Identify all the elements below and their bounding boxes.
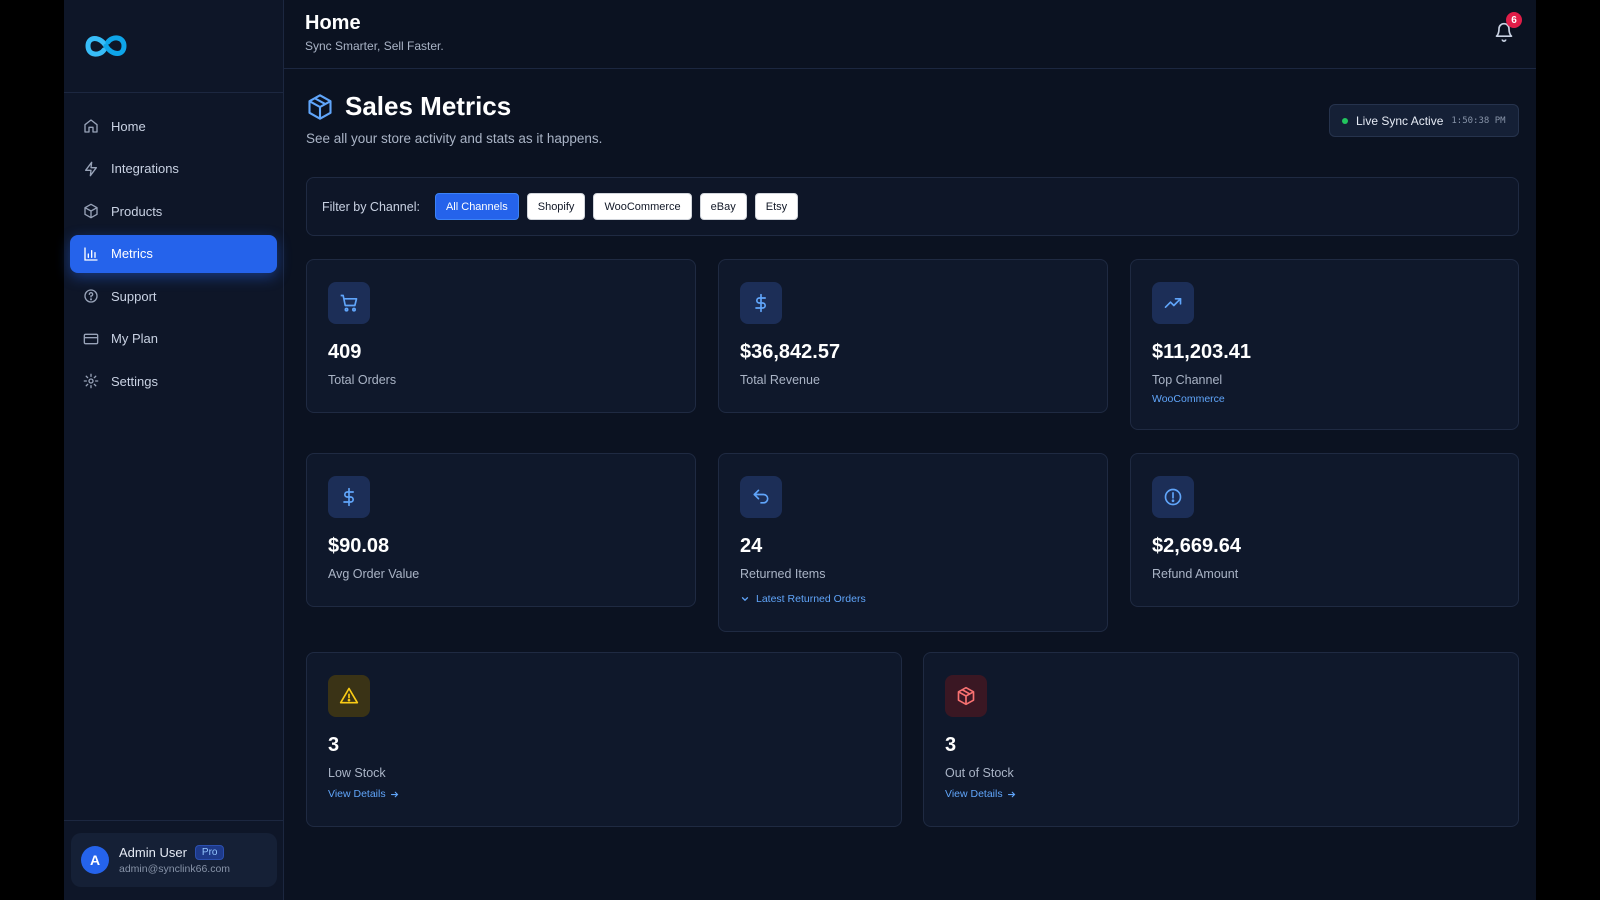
card-value: 3	[945, 734, 957, 756]
sidebar-item-label: My Plan	[111, 331, 158, 346]
sidebar-item-support[interactable]: Support	[70, 277, 277, 315]
filter-chip-ebay[interactable]: eBay	[699, 193, 747, 220]
app-window: Home Integrations Products Metrics Suppo…	[64, 0, 1536, 900]
sidebar-item-label: Home	[111, 118, 146, 134]
sidebar-item-label: Metrics	[111, 246, 153, 261]
dollar-icon	[328, 476, 370, 518]
filter-chip-all-channels[interactable]: All Channels	[434, 193, 519, 220]
infinity-logo-icon	[85, 35, 127, 57]
package-icon	[945, 675, 987, 717]
view-details-label: View Details	[945, 788, 1003, 800]
content: Sales Metrics See all your store activit…	[306, 69, 1519, 827]
card-label: Total Revenue	[740, 373, 820, 387]
filter-label: Filter by Channel:	[322, 199, 420, 214]
card-value: 409	[328, 341, 362, 363]
sidebar: Home Integrations Products Metrics Suppo…	[64, 0, 284, 900]
card-value: $2,669.64	[1152, 535, 1241, 557]
card-out-of-stock: 3 Out of Stock View Details	[923, 652, 1519, 827]
page-subtitle: Sync Smarter, Sell Faster.	[305, 39, 444, 53]
card-value: $36,842.57	[740, 341, 841, 363]
filter-chip-etsy[interactable]: Etsy	[754, 193, 799, 220]
card-label: Low Stock	[328, 766, 386, 780]
sidebar-item-my-plan[interactable]: My Plan	[70, 320, 277, 358]
sidebar-item-label: Integrations	[111, 161, 179, 176]
shopping-cart-icon	[328, 282, 370, 324]
sidebar-item-settings[interactable]: Settings	[70, 362, 277, 400]
user-email: admin@synclink66.com	[119, 863, 231, 875]
alert-circle-icon	[1152, 476, 1194, 518]
card-total-revenue: $36,842.57 Total Revenue	[718, 259, 1108, 413]
live-sync-label: Live Sync Active	[1356, 113, 1444, 128]
filter-chip-woocommerce[interactable]: WooCommerce	[593, 193, 692, 220]
card-label: Returned Items	[740, 567, 826, 581]
plan-badge: Pro	[194, 845, 225, 860]
sidebar-item-label: Settings	[111, 373, 158, 389]
dollar-icon	[740, 282, 782, 324]
card-total-orders: 409 Total Orders	[306, 259, 696, 413]
user-name-row: Admin User Pro	[119, 845, 230, 860]
user-area: A Admin User Pro admin@synclink66.com	[64, 820, 284, 900]
undo-icon	[740, 476, 782, 518]
out-of-stock-view-details[interactable]: View Details	[945, 788, 1497, 800]
user-card[interactable]: A Admin User Pro admin@synclink66.com	[71, 833, 277, 887]
live-sync-status: Live Sync Active 1:50:38 PM	[1329, 104, 1519, 137]
card-value: 3	[328, 734, 340, 756]
package-icon	[306, 93, 334, 121]
arrow-right-icon	[1007, 790, 1016, 799]
view-details-label: View Details	[328, 788, 386, 800]
card-label: Top Channel	[1152, 373, 1223, 387]
sidebar-item-home[interactable]: Home	[70, 107, 277, 145]
card-label: Refund Amount	[1152, 567, 1239, 581]
trending-up-icon	[1152, 282, 1194, 324]
arrow-right-icon	[390, 790, 399, 799]
card-value: $90.08	[328, 535, 390, 557]
bolt-icon	[82, 160, 100, 178]
latest-returned-orders-label: Latest Returned Orders	[756, 593, 866, 605]
bar-chart-icon	[82, 245, 100, 263]
home-icon	[82, 117, 100, 135]
card-label: Avg Order Value	[328, 567, 420, 581]
card-returned-items: 24 Returned Items Latest Returned Orders	[718, 453, 1108, 632]
section-title: Sales Metrics	[345, 91, 512, 121]
sidebar-item-integrations[interactable]: Integrations	[70, 150, 277, 188]
logo[interactable]	[64, 0, 283, 93]
card-top-channel: $11,203.41 Top Channel WooCommerce	[1130, 259, 1519, 430]
credit-card-icon	[82, 330, 100, 348]
user-name: Admin User	[119, 845, 187, 860]
warning-icon	[328, 675, 370, 717]
gear-icon	[82, 372, 100, 390]
chevron-down-icon	[740, 594, 750, 604]
top-bar: Home Sync Smarter, Sell Faster. 6	[284, 0, 1536, 69]
live-sync-time: 1:50:38 PM	[1451, 115, 1506, 126]
sidebar-item-label: Products	[111, 203, 163, 219]
help-circle-icon	[82, 287, 100, 305]
user-info: Admin User Pro admin@synclink66.com	[119, 845, 230, 875]
card-refund-amount: $2,669.64 Refund Amount	[1130, 453, 1519, 607]
sidebar-item-label: Support	[111, 288, 157, 304]
filter-chip-shopify[interactable]: Shopify	[526, 193, 586, 220]
top-channel-link[interactable]: WooCommerce	[1152, 393, 1497, 405]
avatar: A	[81, 846, 109, 874]
channel-filter: Filter by Channel: All Channels Shopify …	[306, 177, 1519, 236]
sidebar-nav: Home Integrations Products Metrics Suppo…	[64, 93, 283, 400]
card-avg-order-value: $90.08 Avg Order Value	[306, 453, 696, 607]
card-label: Total Orders	[328, 373, 397, 387]
card-value: $11,203.41	[1152, 341, 1251, 363]
latest-returned-orders-toggle[interactable]: Latest Returned Orders	[740, 593, 1086, 605]
section-header: Sales Metrics See all your store activit…	[306, 69, 1519, 177]
live-dot-icon	[1342, 117, 1348, 124]
main-area: Home Sync Smarter, Sell Faster. 6 Sales …	[284, 0, 1536, 900]
notification-badge: 6	[1506, 12, 1522, 28]
sidebar-item-products[interactable]: Products	[70, 192, 277, 230]
low-stock-view-details[interactable]: View Details	[328, 788, 880, 800]
card-low-stock: 3 Low Stock View Details	[306, 652, 902, 827]
page-title: Home	[305, 12, 361, 34]
package-icon	[82, 202, 100, 220]
card-value: 24	[740, 535, 763, 557]
sidebar-item-metrics[interactable]: Metrics	[70, 234, 277, 273]
card-label: Out of Stock	[945, 766, 1014, 780]
